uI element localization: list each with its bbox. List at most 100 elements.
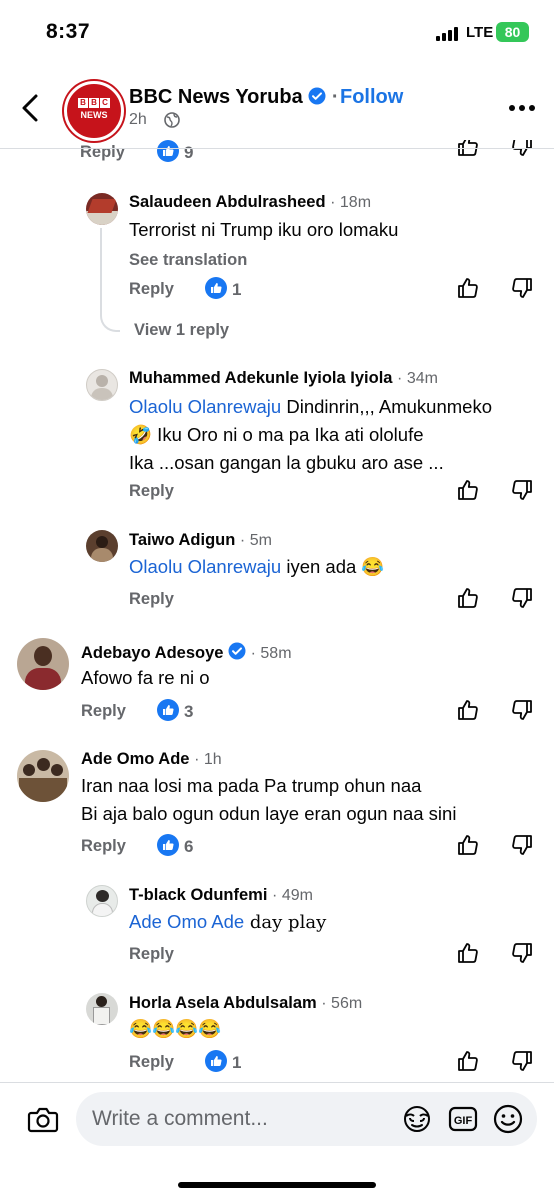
thumbs-up-icon[interactable] [456, 276, 480, 300]
thumbs-up-icon[interactable] [456, 1049, 480, 1073]
like-reaction-icon [157, 140, 179, 162]
thumbs-down-icon[interactable] [510, 276, 534, 300]
page-avatar[interactable]: BBC NEWS [64, 81, 124, 141]
thumbs-up-icon[interactable] [456, 833, 480, 857]
comment-text-line: Iran naa losi ma pada Pa trump ohun naa [81, 775, 422, 796]
comment-input-placeholder[interactable]: Write a comment... [92, 1107, 268, 1131]
page-name-text[interactable]: BBC News Yoruba [129, 86, 303, 108]
reply-link[interactable]: Reply [129, 945, 174, 964]
header-divider [0, 148, 554, 149]
like-reaction-icon [205, 1050, 227, 1072]
comment-text-line: 🤣 Iku Oro ni o ma pa Ika ati ololufe [129, 424, 424, 445]
thumbs-down-icon[interactable] [510, 586, 534, 610]
more-options-icon[interactable] [508, 104, 536, 112]
comment-time: 5m [249, 532, 272, 549]
comment-text-line: Olaolu Olanrewaju Dindinrin,,, Amukunmek… [129, 393, 492, 421]
reply-link[interactable]: Reply [129, 590, 174, 609]
avatar[interactable] [86, 193, 118, 225]
avatar[interactable] [86, 885, 118, 917]
comment-time-sep: · [272, 887, 282, 904]
composer-divider [0, 1082, 554, 1083]
thumbs-down-icon[interactable] [510, 1049, 534, 1073]
comment-text: 😂😂😂😂 [129, 1018, 222, 1039]
back-arrow-icon[interactable] [18, 92, 46, 124]
author-name[interactable]: Adebayo Adesoye [81, 644, 223, 662]
comment-time-sep: · [330, 194, 340, 211]
comment-text: day play [244, 912, 327, 933]
avatar[interactable] [17, 638, 69, 690]
avatar-frame-icon[interactable] [401, 1104, 433, 1134]
comment-text: Afowo fa re ni o [81, 667, 210, 688]
mention-link[interactable]: Ade Omo Ade [129, 911, 244, 932]
comment-author[interactable]: Ade Omo Ade · 1h [81, 750, 222, 769]
comment-time: 1h [203, 751, 222, 768]
separator-dot: · [331, 86, 339, 108]
comment-time-sep: · [250, 645, 261, 662]
gif-icon[interactable]: GIF [448, 1104, 478, 1134]
comment-author[interactable]: Horla Asela Abdulsalam · 56m [129, 994, 362, 1013]
comment-text: iyen ada 😂 [281, 556, 385, 577]
avatar-news-label: NEWS [80, 110, 108, 120]
comment-author[interactable]: Salaudeen Abdulrasheed · 18m [129, 193, 371, 212]
thumbs-down-icon[interactable] [510, 698, 534, 722]
reply-link[interactable]: Reply [81, 702, 126, 721]
mention-link[interactable]: Olaolu Olanrewaju [129, 396, 281, 417]
reply-link[interactable]: Reply [81, 837, 126, 856]
comment-text-line: Olaolu Olanrewaju iyen ada 😂 [129, 553, 384, 581]
svg-text:GIF: GIF [454, 1115, 473, 1127]
mention-link[interactable]: Olaolu Olanrewaju [129, 556, 281, 577]
camera-icon[interactable] [27, 1104, 59, 1134]
thumbs-down-icon[interactable] [510, 833, 534, 857]
thumbs-up-icon[interactable] [456, 140, 480, 158]
follow-button[interactable]: Follow [340, 86, 403, 109]
reply-link[interactable]: Reply [80, 143, 125, 162]
author-name[interactable]: Taiwo Adigun [129, 531, 235, 549]
comment-text-line: Ika ...osan gangan la gbuku aro ase ... [129, 452, 444, 473]
thumbs-up-icon[interactable] [456, 941, 480, 965]
author-name[interactable]: Muhammed Adekunle Iyiola Iyiola [129, 369, 392, 387]
like-count: 1 [232, 280, 242, 299]
author-name[interactable]: Salaudeen Abdulrasheed [129, 193, 326, 211]
comment-author[interactable]: Adebayo Adesoye · 58m [81, 642, 292, 663]
avatar[interactable] [17, 750, 69, 802]
comment-text: Terrorist ni Trump iku oro lomaku [129, 219, 399, 240]
thumbs-up-icon[interactable] [456, 698, 480, 722]
comment-text: Dindinrin,,, Amukunmeko [281, 396, 492, 417]
reply-link[interactable]: Reply [129, 1053, 174, 1072]
avatar[interactable] [86, 369, 118, 401]
comment-author[interactable]: Taiwo Adigun · 5m [129, 531, 272, 550]
comment-time-sep: · [194, 751, 204, 768]
author-name[interactable]: T-black Odunfemi [129, 886, 267, 904]
reply-link[interactable]: Reply [129, 482, 174, 501]
see-translation-link[interactable]: See translation [129, 251, 247, 270]
partial-comment-actions: Reply 9 [0, 140, 554, 162]
comment-time: 49m [281, 887, 313, 904]
thumbs-down-icon[interactable] [510, 941, 534, 965]
like-reaction-icon [157, 699, 179, 721]
avatar[interactable] [86, 993, 118, 1025]
like-count: 1 [232, 1053, 242, 1072]
author-name[interactable]: Horla Asela Abdulsalam [129, 994, 317, 1012]
comment-text-line: Ade Omo Ade day play [129, 908, 326, 937]
comment-time: 18m [339, 194, 372, 211]
emoji-icon[interactable] [492, 1103, 524, 1135]
verified-badge-icon [228, 642, 246, 660]
thumbs-up-icon[interactable] [456, 586, 480, 610]
like-reaction-icon [205, 277, 227, 299]
thumbs-up-icon[interactable] [456, 478, 480, 502]
comment-author[interactable]: Muhammed Adekunle Iyiola Iyiola · 34m [129, 369, 438, 388]
comment-text-line: Bi aja balo ogun odun laye eran ogun naa… [81, 803, 457, 824]
page-name[interactable]: BBC News Yoruba · [129, 86, 339, 109]
comment-author[interactable]: T-black Odunfemi · 49m [129, 886, 313, 905]
thumbs-down-icon[interactable] [510, 140, 534, 158]
author-name[interactable]: Ade Omo Ade [81, 750, 189, 768]
comment-time: 34m [406, 370, 438, 387]
home-indicator [178, 1182, 376, 1188]
comment-time-sep: · [239, 532, 250, 549]
avatar[interactable] [86, 530, 118, 562]
reply-link[interactable]: Reply [129, 280, 174, 299]
view-replies-link[interactable]: View 1 reply [134, 321, 229, 340]
thumbs-down-icon[interactable] [510, 478, 534, 502]
battery-indicator: 80 [496, 22, 529, 42]
signal-icon [436, 27, 458, 41]
